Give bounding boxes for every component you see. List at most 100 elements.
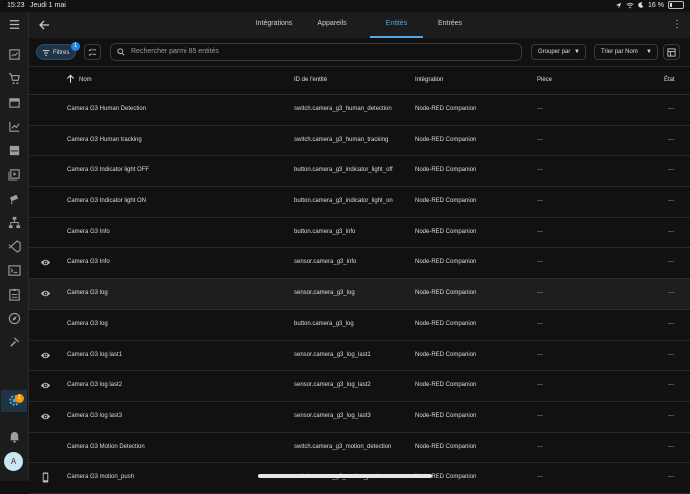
- cell-status: —: [668, 136, 674, 143]
- cell-area: —: [537, 106, 543, 112]
- location-icon: [615, 2, 622, 8]
- history-chart-icon[interactable]: [7, 120, 21, 134]
- camera-icon[interactable]: [7, 192, 21, 206]
- moon-icon: [638, 2, 644, 8]
- cell-name: Camera G3 log last3: [67, 412, 123, 419]
- sort-by-label: Trier par Nom: [601, 49, 638, 55]
- vscode-icon[interactable]: [7, 240, 21, 254]
- cell-name: Camera G3 Info: [67, 259, 110, 266]
- cell-entity-id: sensor.camera_g3_log_last1: [294, 351, 371, 358]
- wifi-icon: [626, 2, 634, 8]
- column-header-area[interactable]: Pièce: [537, 77, 552, 83]
- cell-entity-id: switch.camera_g3_human_tracking: [294, 136, 389, 143]
- tab-devices[interactable]: Appareils: [307, 12, 357, 38]
- tab-integrations[interactable]: Intégrations: [247, 12, 301, 38]
- tab-inputs[interactable]: Entrées: [425, 12, 475, 38]
- cell-name: Camera G3 log: [67, 320, 108, 327]
- eye-icon: [40, 350, 51, 361]
- column-header-status[interactable]: État: [664, 77, 675, 83]
- cell-integration: Node-RED Companion: [415, 136, 477, 143]
- cell-name: Camera G3 motion_push: [67, 474, 135, 481]
- cell-entity-id: button.camera_g3_info: [294, 228, 356, 235]
- terminal-icon[interactable]: [7, 264, 21, 278]
- table-row[interactable]: Camera G3 log sensor.camera_g3_log Node-RE…: [29, 279, 690, 310]
- caret-down-icon: ▼: [574, 49, 580, 55]
- search-icon: [117, 48, 125, 56]
- status-time: 15:23: [7, 2, 25, 9]
- cell-status: —: [668, 228, 674, 235]
- calendar-icon[interactable]: [7, 96, 21, 110]
- table-row[interactable]: Camera G3 motion_pushswitch.camera_g3_mo…: [29, 463, 690, 494]
- selection-mode-button[interactable]: [84, 44, 101, 60]
- network-icon[interactable]: [7, 216, 21, 230]
- column-header-name[interactable]: Nom: [79, 77, 92, 83]
- cell-status: —: [668, 167, 674, 174]
- table-row[interactable]: Camera G3 log button.camera_g3_log Node-RE…: [29, 310, 690, 341]
- back-arrow-icon[interactable]: [37, 18, 51, 32]
- cell-integration: Node-RED Companion: [415, 228, 477, 235]
- table-row[interactable]: Camera G3 Info sensor.camera_g3_info Node-…: [29, 248, 690, 280]
- eye-icon: [40, 411, 51, 422]
- ios-status-bar: 15:23 Jeudi 1 mai 16 %: [0, 0, 690, 12]
- user-avatar[interactable]: A: [4, 452, 23, 471]
- column-header-integration[interactable]: Intégration: [415, 77, 443, 83]
- cell-name: Camera G3 Indicator light OFF: [67, 167, 150, 174]
- eye-icon: [40, 380, 51, 391]
- phone-icon: [40, 472, 51, 483]
- sidebar: 1 A: [0, 12, 29, 481]
- table-row[interactable]: Camera G3 Indicator light ON button.camer…: [29, 187, 690, 218]
- table-row[interactable]: Camera G3 Human tracking switch.camera_g3…: [29, 126, 690, 157]
- table-toolbar: Filtres 1 Rechercher parmi 85 entités Gr…: [29, 38, 690, 67]
- table-row[interactable]: Camera G3 log last1 sensor.camera_g3_log_…: [29, 341, 690, 372]
- cell-status: —: [668, 259, 674, 266]
- entities-table-body: Camera G3 Human Detection switch.camera_g…: [29, 95, 690, 494]
- column-header-entity-id[interactable]: ID de l'entité: [294, 77, 327, 83]
- table-row[interactable]: Camera G3 log last3 sensor.camera_g3_log_…: [29, 402, 690, 433]
- table-row[interactable]: Camera G3 Indicator light OFF button.came…: [29, 156, 690, 188]
- cell-area: —: [537, 198, 543, 205]
- cell-integration: Node-RED Companion: [415, 198, 477, 205]
- compass-icon[interactable]: [7, 312, 21, 326]
- sort-ascending-icon[interactable]: [66, 74, 75, 84]
- logbook-icon[interactable]: [7, 144, 21, 158]
- table-settings-button[interactable]: [663, 44, 680, 60]
- notifications-bell-icon[interactable]: [7, 430, 21, 444]
- cell-entity-id: switch.camera_g3_motion_detection: [294, 443, 392, 450]
- eye-icon: [40, 257, 51, 268]
- cell-name: Camera G3 Human Detection: [67, 106, 147, 112]
- cell-integration: Node-RED Companion: [415, 382, 477, 389]
- cell-entity-id: sensor.camera_g3_log_last3: [294, 412, 371, 419]
- more-options-icon[interactable]: ⋮: [672, 18, 682, 32]
- filters-button[interactable]: Filtres: [36, 44, 76, 60]
- media-icon[interactable]: [7, 168, 21, 182]
- cell-status: —: [668, 198, 674, 205]
- cell-area: —: [537, 290, 543, 297]
- cell-status: —: [668, 290, 674, 297]
- cell-status: —: [668, 382, 674, 389]
- cell-integration: Node-RED Companion: [415, 259, 477, 266]
- cell-area: —: [537, 320, 543, 327]
- table-row[interactable]: Camera G3 Motion Detection switch.camera_…: [29, 433, 690, 464]
- menu-icon[interactable]: [7, 18, 21, 32]
- overview-icon[interactable]: [7, 48, 21, 62]
- cell-name: Camera G3 Human tracking: [67, 136, 142, 143]
- group-by-dropdown[interactable]: Grouper par ▼: [531, 44, 586, 60]
- cell-name: Camera G3 Info: [67, 228, 110, 235]
- table-row[interactable]: Camera G3 Info button.camera_g3_info Node-…: [29, 218, 690, 249]
- cell-name: Camera G3 log last2: [67, 382, 123, 389]
- cell-area: —: [537, 136, 543, 143]
- shopping-cart-icon[interactable]: [7, 72, 21, 86]
- search-input[interactable]: Rechercher parmi 85 entités: [110, 43, 522, 61]
- cell-status: —: [668, 412, 674, 419]
- group-by-label: Grouper par: [538, 49, 571, 55]
- tab-entities[interactable]: Entités: [370, 12, 423, 38]
- clipboard-icon[interactable]: [7, 288, 21, 302]
- table-row[interactable]: Camera G3 Human Detection switch.camera_g…: [29, 95, 690, 126]
- table-row[interactable]: Camera G3 log last2 sensor.camera_g3_log_…: [29, 371, 690, 402]
- sort-by-dropdown[interactable]: Trier par Nom ▼: [594, 44, 658, 60]
- table-header: Nom ID de l'entité Intégration Pièce Éta…: [29, 67, 690, 95]
- hammer-icon[interactable]: [7, 336, 21, 350]
- cell-name: Camera G3 Motion Detection: [67, 443, 145, 450]
- filters-count-badge: 1: [71, 42, 80, 51]
- cell-entity-id: button.camera_g3_indicator_light_off: [294, 167, 393, 174]
